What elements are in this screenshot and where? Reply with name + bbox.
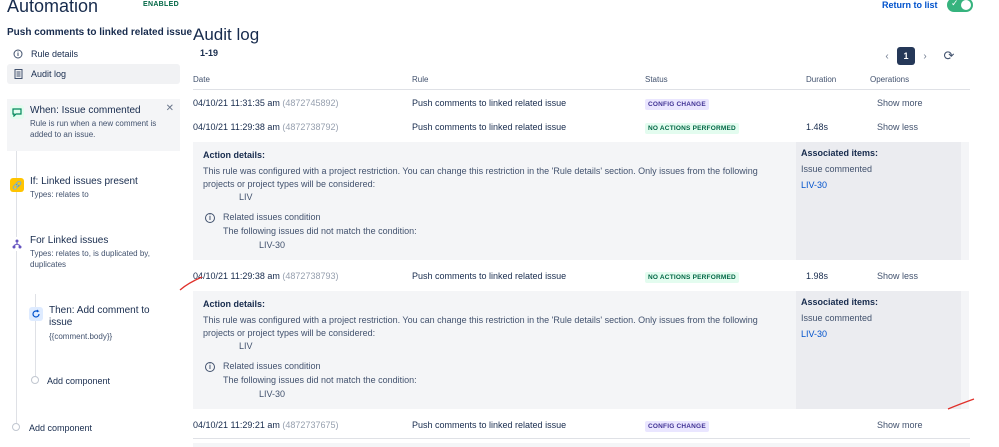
info-icon: i	[205, 362, 215, 372]
condition-name: Related issues condition	[223, 361, 321, 371]
result-range: 1-19	[200, 48, 219, 58]
column-header-rule: Rule	[412, 75, 429, 84]
flow-connector	[16, 112, 17, 430]
automation-page: Automation ENABLED Push comments to link…	[0, 0, 999, 447]
row-duration: 1.98s	[806, 271, 829, 281]
header-divider	[193, 89, 970, 90]
action-comment-icon	[29, 307, 43, 321]
page-number-current[interactable]: 1	[897, 47, 915, 65]
add-component-dot	[12, 423, 20, 431]
associated-item-type: Issue commented	[801, 313, 873, 323]
info-icon	[13, 49, 23, 59]
column-header-operations: Operations	[870, 75, 910, 84]
action-details-heading: Action details:	[203, 299, 266, 309]
chevron-right-icon[interactable]: ›	[916, 47, 934, 65]
row-date: 04/10/21 11:29:21 am (4872737675)	[193, 420, 339, 430]
sidebar-item-rule-details[interactable]: Rule details	[7, 44, 180, 64]
column-header-duration: Duration	[806, 75, 837, 84]
associated-items-panel: Associated items: Issue commented LIV-30	[796, 142, 961, 260]
annotation-mark	[179, 276, 203, 291]
annotation-mark	[947, 398, 975, 410]
action-title: Then: Add comment to issue	[49, 305, 150, 328]
partial-row	[193, 443, 970, 447]
row-rule: Push comments to linked related issue	[412, 271, 567, 281]
action-card[interactable]: Then: Add comment to issue {{comment.bod…	[26, 305, 176, 342]
show-more-link[interactable]: Show more	[877, 98, 923, 108]
associated-issue-link[interactable]: LIV-30	[801, 329, 827, 339]
trigger-title: When: Issue commented	[30, 105, 141, 116]
associated-item-type: Issue commented	[801, 164, 873, 174]
row-rule: Push comments to linked related issue	[412, 420, 567, 430]
add-component-dot	[31, 376, 39, 384]
show-less-link[interactable]: Show less	[877, 122, 918, 132]
condition-name: Related issues condition	[223, 212, 321, 222]
action-details-panel: Action details: This rule was configured…	[193, 142, 969, 260]
return-to-list-link[interactable]: Return to list	[882, 0, 938, 10]
action-description: {{comment.body}}	[49, 332, 113, 341]
row-divider	[193, 438, 970, 439]
row-date: 04/10/21 11:29:38 am (4872738793)	[193, 271, 339, 281]
action-details-message: This rule was configured with a project …	[203, 166, 758, 189]
rule-name: Push comments to linked related issue	[7, 27, 193, 38]
sidebar-item-audit-log[interactable]: Audit log	[7, 64, 180, 84]
info-icon: i	[205, 213, 215, 223]
associated-items-heading: Associated items:	[801, 297, 879, 307]
action-details-message: This rule was configured with a project …	[203, 315, 758, 338]
check-icon: ✓	[951, 0, 959, 8]
enabled-badge: ENABLED	[143, 1, 179, 8]
row-date: 04/10/21 11:29:38 am (4872738792)	[193, 122, 339, 132]
trigger-description: Rule is run when a new comment is added …	[30, 119, 157, 139]
project-key: LIV	[239, 192, 253, 202]
document-icon	[13, 69, 23, 79]
associated-items-panel: Associated items: Issue commented LIV-30	[796, 291, 961, 409]
add-component-inner[interactable]: Add component	[47, 376, 110, 386]
status-badge: CONFIG CHANGE	[645, 421, 709, 432]
unmatched-issue: LIV-30	[259, 240, 286, 250]
app-title: Automation	[7, 0, 99, 16]
status-badge: CONFIG CHANGE	[645, 99, 709, 110]
associated-issue-link[interactable]: LIV-30	[801, 180, 827, 190]
associated-items-heading: Associated items:	[801, 148, 879, 158]
condition-result: The following issues did not match the c…	[223, 375, 417, 385]
show-less-link[interactable]: Show less	[877, 271, 918, 281]
comment-icon	[10, 105, 24, 119]
sidebar-item-label: Rule details	[31, 49, 79, 59]
condition-description: Types: relates to	[30, 190, 89, 199]
status-badge: NO ACTIONS PERFORMED	[645, 272, 739, 283]
show-more-link[interactable]: Show more	[877, 420, 923, 430]
condition-title: If: Linked issues present	[30, 176, 138, 187]
column-header-status: Status	[645, 75, 668, 84]
branch-card[interactable]: For Linked issues Types: relates to, is …	[7, 235, 180, 270]
branch-icon	[10, 237, 24, 251]
condition-result: The following issues did not match the c…	[223, 226, 417, 236]
action-details-heading: Action details:	[203, 150, 266, 160]
row-duration: 1.48s	[806, 122, 829, 132]
condition-card[interactable]: 🔗 If: Linked issues present Types: relat…	[7, 176, 180, 200]
status-badge: NO ACTIONS PERFORMED	[645, 123, 739, 134]
branch-title: For Linked issues	[30, 235, 109, 246]
branch-description: Types: relates to, is duplicated by, dup…	[30, 249, 150, 269]
add-component-outer[interactable]: Add component	[29, 423, 92, 433]
refresh-icon[interactable]: ⟳	[940, 47, 958, 65]
project-key: LIV	[239, 341, 253, 351]
row-rule: Push comments to linked related issue	[412, 122, 567, 132]
row-date: 04/10/21 11:31:35 am (4872745892)	[193, 98, 339, 108]
chevron-left-icon[interactable]: ‹	[878, 47, 896, 65]
page-title: Audit log	[193, 25, 260, 44]
close-icon[interactable]: ✕	[166, 103, 174, 114]
sidebar-item-label: Audit log	[31, 69, 67, 79]
action-details-panel: Action details: This rule was configured…	[193, 291, 969, 409]
rule-enabled-toggle[interactable]: ✓	[947, 0, 973, 12]
unmatched-issue: LIV-30	[259, 389, 286, 399]
column-header-date: Date	[193, 75, 210, 84]
link-icon: 🔗	[10, 178, 24, 192]
trigger-card[interactable]: ✕ When: Issue commented Rule is run when…	[7, 99, 180, 151]
row-rule: Push comments to linked related issue	[412, 98, 567, 108]
